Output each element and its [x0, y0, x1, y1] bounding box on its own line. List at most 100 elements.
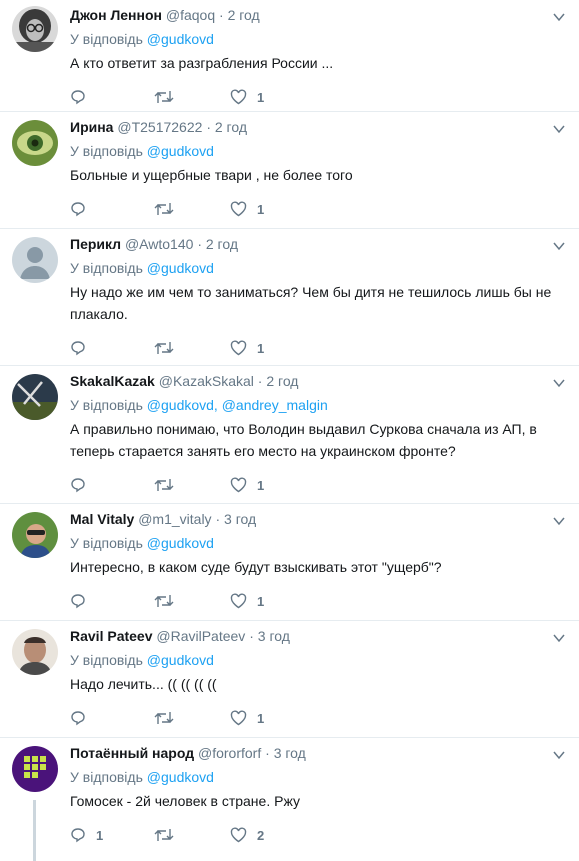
author-handle[interactable]: @RavilPateev	[156, 628, 245, 644]
tweet-text: Ну надо же им чем то заниматься? Чем бы …	[70, 284, 552, 322]
reply-button[interactable]: 1	[70, 827, 154, 843]
heart-icon	[230, 201, 247, 217]
like-button[interactable]: 1	[230, 340, 310, 356]
timestamp[interactable]: 2 год	[266, 373, 298, 389]
chevron-down-icon[interactable]	[553, 124, 565, 134]
retweet-button[interactable]	[154, 710, 230, 726]
timestamp[interactable]: 2 год	[228, 7, 260, 23]
mention-link[interactable]: @gudkovd	[147, 31, 214, 47]
author-name[interactable]: Mal Vitaly	[70, 511, 134, 527]
avatar[interactable]	[12, 512, 58, 558]
tweet-text: Надо лечить... (( (( (( ((	[70, 676, 217, 692]
reply-icon	[71, 711, 85, 726]
mention-link[interactable]: @gudkovd	[147, 143, 214, 159]
heart-icon	[230, 477, 247, 493]
author-name[interactable]: Потаённый народ	[70, 745, 194, 761]
like-count: 1	[257, 593, 265, 609]
reply-context: У відповідь @gudkovd	[70, 649, 567, 671]
reply-context: У відповідь @gudkovd	[70, 766, 567, 788]
avatar[interactable]	[12, 746, 58, 792]
tweet-text: Гомосек - 2й человек в стране. Ржу	[70, 793, 300, 809]
mention-link[interactable]: @gudkovd	[147, 652, 214, 668]
tweet-text: А кто ответит за разграбления России ...	[70, 55, 334, 71]
action-bar: 1 2	[70, 822, 567, 848]
mention-link[interactable]: @gudkovd, @andrey_malgin	[147, 397, 328, 413]
reply-prefix: У відповідь	[70, 31, 143, 47]
action-bar: 1	[70, 705, 567, 731]
like-button[interactable]: 1	[230, 89, 310, 105]
tweet[interactable]: Mal Vitaly @m1_vitaly · 3 год У відповід…	[0, 504, 579, 621]
reply-prefix: У відповідь	[70, 260, 143, 276]
author-handle[interactable]: @fororforf	[198, 745, 261, 761]
retweet-button[interactable]	[154, 593, 230, 609]
reply-prefix: У відповідь	[70, 143, 143, 159]
reply-context: У відповідь @gudkovd	[70, 257, 567, 279]
retweet-button[interactable]	[154, 477, 230, 493]
author-name[interactable]: Перикл	[70, 236, 121, 252]
reply-button[interactable]	[70, 89, 154, 105]
mention-link[interactable]: @gudkovd	[147, 535, 214, 551]
tweet[interactable]: Перикл @Awto140 · 2 год У відповідь @gud…	[0, 229, 579, 366]
tweet[interactable]: Потаённый народ @fororforf · 3 год У від…	[0, 738, 579, 861]
author-handle[interactable]: @KazakSkakal	[159, 373, 254, 389]
chevron-down-icon[interactable]	[553, 516, 565, 526]
timestamp[interactable]: 3 год	[258, 628, 290, 644]
retweet-button[interactable]	[154, 340, 230, 356]
retweet-icon	[154, 595, 174, 607]
reply-prefix: У відповідь	[70, 769, 143, 785]
chevron-down-icon[interactable]	[553, 241, 565, 251]
tweet[interactable]: Ravil Pateev @RavilPateev · 3 год У відп…	[0, 621, 579, 738]
author-handle[interactable]: @Awto140	[125, 236, 193, 252]
author-name[interactable]: SkakalKazak	[70, 373, 155, 389]
retweet-icon	[154, 342, 174, 354]
author-name[interactable]: Джон Леннон	[70, 7, 162, 23]
like-button[interactable]: 1	[230, 201, 310, 217]
tweet-header: Перикл @Awto140 · 2 год	[70, 229, 567, 255]
like-button[interactable]: 2	[230, 827, 310, 843]
retweet-button[interactable]	[154, 89, 230, 105]
reply-button[interactable]	[70, 593, 154, 609]
timestamp[interactable]: 2 год	[206, 236, 238, 252]
heart-icon	[230, 89, 247, 105]
like-button[interactable]: 1	[230, 593, 310, 609]
author-name[interactable]: Ravil Pateev	[70, 628, 153, 644]
author-handle[interactable]: @faqoq	[166, 7, 215, 23]
retweet-button[interactable]	[154, 201, 230, 217]
action-bar: 1	[70, 472, 567, 498]
reply-button[interactable]	[70, 340, 154, 356]
chevron-down-icon[interactable]	[553, 378, 565, 388]
chevron-down-icon[interactable]	[553, 633, 565, 643]
thread-connector	[33, 800, 36, 861]
timestamp[interactable]: 3 год	[274, 745, 306, 761]
like-button[interactable]: 1	[230, 710, 310, 726]
mention-link[interactable]: @gudkovd	[147, 260, 214, 276]
tweet-header: Джон Леннон @faqoq · 2 год	[70, 0, 567, 26]
avatar[interactable]	[12, 629, 58, 675]
reply-icon	[71, 478, 85, 493]
avatar[interactable]	[12, 374, 58, 420]
like-count: 1	[257, 340, 265, 356]
reply-button[interactable]	[70, 710, 154, 726]
avatar[interactable]	[12, 237, 58, 283]
reply-icon	[71, 90, 85, 105]
reply-button[interactable]	[70, 201, 154, 217]
author-handle[interactable]: @T25172622	[117, 119, 202, 135]
avatar[interactable]	[12, 120, 58, 166]
retweet-button[interactable]	[154, 827, 230, 843]
author-handle[interactable]: @m1_vitaly	[138, 511, 211, 527]
reply-button[interactable]	[70, 477, 154, 493]
retweet-icon	[154, 203, 174, 215]
timestamp[interactable]: 3 год	[224, 511, 256, 527]
chevron-down-icon[interactable]	[553, 750, 565, 760]
like-button[interactable]: 1	[230, 477, 310, 493]
author-name[interactable]: Ирина	[70, 119, 113, 135]
timestamp[interactable]: 2 год	[215, 119, 247, 135]
tweet[interactable]: Ирина @T25172622 · 2 год У відповідь @gu…	[0, 112, 579, 229]
mention-link[interactable]: @gudkovd	[147, 769, 214, 785]
tweet[interactable]: SkakalKazak @KazakSkakal · 2 год У відпо…	[0, 366, 579, 504]
tweet[interactable]: Джон Леннон @faqoq · 2 год У відповідь @…	[0, 0, 579, 112]
tweet-text: Больные и ущербные твари , не более того	[70, 167, 353, 183]
tweet-text: Интересно, в каком суде будут взыскивать…	[70, 559, 442, 575]
avatar[interactable]	[12, 6, 58, 52]
chevron-down-icon[interactable]	[553, 12, 565, 22]
